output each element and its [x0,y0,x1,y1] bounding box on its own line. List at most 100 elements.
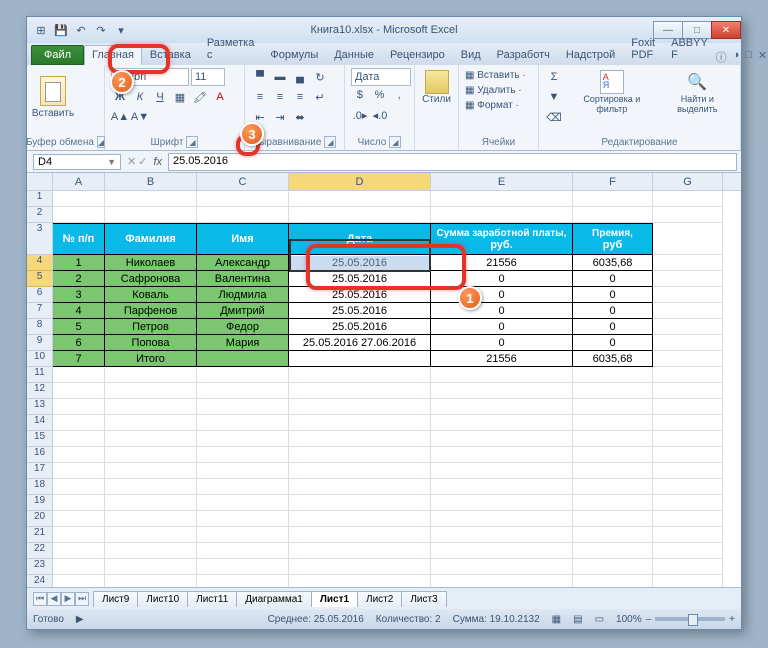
cell[interactable] [105,415,197,431]
cell[interactable] [197,415,289,431]
redo-icon[interactable]: ↷ [93,22,109,38]
table-cell[interactable]: 0 [573,319,653,335]
table-cell[interactable]: 25.05.2016 [289,319,431,335]
col-F[interactable]: F [573,173,653,190]
cell[interactable] [197,431,289,447]
formula-input[interactable]: 25.05.2016 [168,153,737,171]
cell[interactable] [653,527,723,543]
cell[interactable] [573,447,653,463]
currency-button[interactable]: $ [351,86,369,104]
tab-insert[interactable]: Вставка [142,45,199,65]
row-23[interactable]: 23 [27,559,52,575]
sheet-tab-active[interactable]: Лист1 [311,591,358,607]
cell[interactable] [289,495,431,511]
col-E[interactable]: E [431,173,573,190]
cell[interactable] [573,463,653,479]
table-cell[interactable] [653,319,723,335]
cell[interactable] [431,191,573,207]
cell[interactable] [53,367,105,383]
cell[interactable] [53,527,105,543]
view-layout-icon[interactable]: ▤ [573,614,582,625]
row-3[interactable]: 3 [27,223,52,255]
cell[interactable] [197,399,289,415]
header-cell[interactable]: № п/п [53,223,105,255]
cell[interactable] [653,207,723,223]
cell[interactable] [653,431,723,447]
number-launcher[interactable]: ◢ [389,136,401,148]
cell[interactable] [105,431,197,447]
cell[interactable] [289,207,431,223]
cell[interactable] [653,495,723,511]
cell[interactable] [289,511,431,527]
table-cell[interactable]: Александр [197,255,289,271]
zoom-out-button[interactable]: – [646,614,652,625]
fill-button[interactable]: ▼ [545,88,563,106]
cell[interactable] [289,527,431,543]
autosum-button[interactable]: Σ [545,68,563,86]
table-cell[interactable]: 0 [573,303,653,319]
table-cell[interactable]: 0 [431,319,573,335]
table-cell[interactable]: 25.05.2016 [289,255,431,271]
col-A[interactable]: A [53,173,105,190]
percent-button[interactable]: % [371,86,389,104]
sheet-nav-last[interactable]: ⏭ [75,592,89,606]
table-cell[interactable] [289,351,431,367]
cell[interactable] [53,511,105,527]
row-12[interactable]: 12 [27,383,52,399]
row-2[interactable]: 2 [27,207,52,223]
cell[interactable] [197,447,289,463]
tab-formulas[interactable]: Формулы [262,45,326,65]
row-11[interactable]: 11 [27,367,52,383]
cancel-formula-icon[interactable]: ✕ [127,155,136,168]
align-left-button[interactable]: ≡ [251,88,269,106]
cell[interactable] [573,511,653,527]
tab-view[interactable]: Вид [453,45,489,65]
cell[interactable] [653,479,723,495]
col-C[interactable]: C [197,173,289,190]
dec-inc-button[interactable]: .0▸ [351,106,369,124]
zoom-control[interactable]: 100% – + [616,614,735,625]
row-5[interactable]: 5 [27,271,52,287]
table-cell[interactable]: 25.05.2016 [289,303,431,319]
cell[interactable] [573,399,653,415]
header-cell[interactable]: Сумма заработной платы,руб. [431,223,573,255]
tab-developer[interactable]: Разработч [489,45,558,65]
comma-button[interactable]: , [390,86,408,104]
cell[interactable] [289,415,431,431]
italic-button[interactable]: К [131,88,149,106]
cell[interactable] [53,399,105,415]
cell[interactable] [653,399,723,415]
row-4[interactable]: 4 [27,255,52,271]
row-1[interactable]: 1 [27,191,52,207]
paste-button[interactable]: Вставить [33,68,73,126]
cell[interactable] [653,559,723,575]
table-cell[interactable]: 6 [53,335,105,351]
cell[interactable] [197,559,289,575]
cell[interactable] [289,543,431,559]
row-16[interactable]: 16 [27,447,52,463]
tab-file[interactable]: Файл [31,45,84,65]
cell[interactable] [573,207,653,223]
zoom-in-button[interactable]: + [729,614,735,625]
cell[interactable] [573,543,653,559]
cell[interactable] [653,191,723,207]
row-19[interactable]: 19 [27,495,52,511]
table-cell[interactable]: Николаев [105,255,197,271]
table-cell[interactable] [653,271,723,287]
table-cell[interactable]: 4 [53,303,105,319]
table-cell[interactable]: 21556 [431,351,573,367]
cell[interactable] [197,479,289,495]
row-6[interactable]: 6 [27,287,52,303]
table-cell[interactable]: 0 [573,287,653,303]
cell[interactable] [53,191,105,207]
cell[interactable] [197,207,289,223]
tab-abbyy[interactable]: ABBYY F [663,33,716,65]
worksheet-grid[interactable]: A B C D E F G 12345678910111213141516171… [27,173,741,587]
table-cell[interactable] [653,287,723,303]
font-size-combo[interactable]: 11 [191,68,225,86]
enter-formula-icon[interactable]: ✓ [138,155,147,168]
cell[interactable] [53,559,105,575]
row-13[interactable]: 13 [27,399,52,415]
table-cell[interactable]: 0 [573,335,653,351]
styles-button[interactable]: Стили [421,68,452,107]
